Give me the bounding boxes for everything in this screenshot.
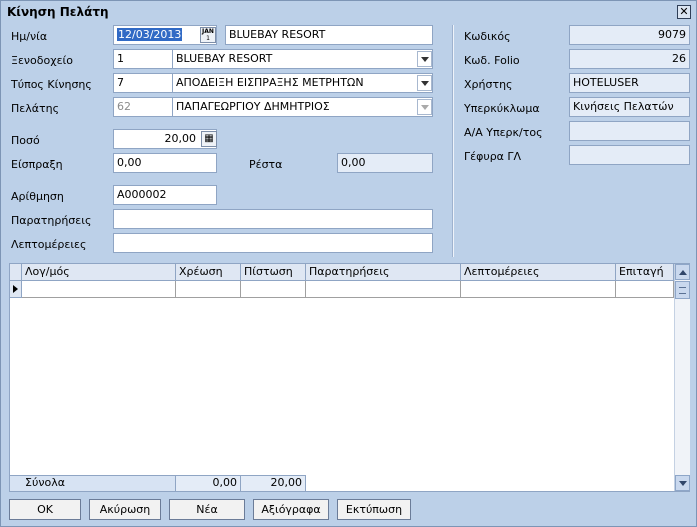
movement-type-dropdown-icon[interactable] bbox=[417, 75, 432, 91]
date-value: 12/03/2013 bbox=[117, 28, 183, 41]
grid-cell-account[interactable] bbox=[22, 281, 176, 298]
grid-vertical-scrollbar[interactable] bbox=[674, 264, 690, 491]
new-button[interactable]: Νέα bbox=[169, 499, 245, 520]
number-label: Αρίθμηση bbox=[11, 190, 64, 203]
customer-select[interactable]: ΠΑΠΑΓΕΩΡΓΙΟΥ ΔΗΜΗΤΡΙΟΣ bbox=[172, 97, 433, 117]
collection-field[interactable]: 0,00 bbox=[113, 153, 217, 173]
details-field[interactable] bbox=[113, 233, 433, 253]
grid-header-remarks[interactable]: Παρατηρήσεις bbox=[306, 264, 461, 281]
change-field: 0,00 bbox=[337, 153, 433, 173]
folio-code-field: 26 bbox=[569, 49, 690, 69]
number-field[interactable]: A000002 bbox=[113, 185, 217, 205]
scroll-thumb[interactable] bbox=[675, 281, 690, 299]
scroll-up-icon[interactable] bbox=[675, 264, 690, 280]
subcycle-no-field bbox=[569, 121, 690, 141]
code-label: Κωδικός bbox=[464, 30, 511, 43]
grid-header-details[interactable]: Λεπτομέρειες bbox=[461, 264, 616, 281]
amount-label: Ποσό bbox=[11, 134, 40, 147]
gl-bridge-field bbox=[569, 145, 690, 165]
section-divider bbox=[452, 25, 454, 257]
customer-dropdown-icon[interactable] bbox=[417, 99, 432, 115]
hotel-select[interactable]: BLUEBAY RESORT bbox=[172, 49, 433, 69]
subcycle-label: Υπερκύκλωμα bbox=[464, 102, 540, 115]
totals-debit: 0,00 bbox=[176, 475, 241, 491]
cheques-button[interactable]: Αξιόγραφα bbox=[253, 499, 329, 520]
hotel-display-field: BLUEBAY RESORT bbox=[225, 25, 433, 45]
grid-header-credit[interactable]: Πίστωση bbox=[241, 264, 306, 281]
customer-transaction-window: Κίνηση Πελάτη ✕ Ημ/νία 12/03/2013 JAN 1 B… bbox=[0, 0, 697, 527]
window-title: Κίνηση Πελάτη bbox=[7, 5, 109, 19]
subcycle-no-label: Α/Α Υπερκ/τος bbox=[464, 126, 543, 139]
ok-button[interactable]: OK bbox=[9, 499, 81, 520]
date-label: Ημ/νία bbox=[11, 30, 48, 43]
hotel-code-field[interactable]: 1 bbox=[113, 49, 173, 69]
movement-type-code-field[interactable]: 7 bbox=[113, 73, 173, 93]
customer-label: Πελάτης bbox=[11, 102, 60, 115]
gl-bridge-label: Γέφυρα ΓΛ bbox=[464, 150, 522, 163]
grid-header-cheque[interactable]: Επιταγή bbox=[616, 264, 674, 281]
grid-header-account[interactable]: Λογ/μός bbox=[22, 264, 176, 281]
remarks-field[interactable] bbox=[113, 209, 433, 229]
entries-grid[interactable]: Λογ/μός Χρέωση Πίστωση Παρατηρήσεις Λεπτ… bbox=[9, 263, 690, 492]
title-bar: Κίνηση Πελάτη ✕ bbox=[1, 1, 696, 23]
grid-cell-credit[interactable] bbox=[241, 281, 306, 298]
hotel-label: Ξενοδοχείο bbox=[11, 54, 73, 67]
close-icon[interactable]: ✕ bbox=[677, 5, 691, 19]
cancel-button[interactable]: Ακύρωση bbox=[89, 499, 161, 520]
grid-cell-cheque[interactable] bbox=[616, 281, 674, 298]
collection-label: Είσπραξη bbox=[11, 158, 63, 171]
grid-cell-remarks[interactable] bbox=[306, 281, 461, 298]
folio-code-label: Κωδ. Folio bbox=[464, 54, 520, 67]
user-label: Χρήστης bbox=[464, 78, 513, 91]
subcycle-field: Κινήσεις Πελατών bbox=[569, 97, 690, 117]
code-field: 9079 bbox=[569, 25, 690, 45]
customer-code-field[interactable]: 62 bbox=[113, 97, 173, 117]
details-label: Λεπτομέρειες bbox=[11, 238, 87, 251]
scroll-down-icon[interactable] bbox=[675, 475, 690, 491]
customer-select-value: ΠΑΠΑΓΕΩΡΓΙΟΥ ΔΗΜΗΤΡΙΟΣ bbox=[176, 100, 330, 113]
movement-type-label: Τύπος Κίνησης bbox=[11, 78, 92, 91]
calendar-icon[interactable]: JAN 1 bbox=[200, 27, 216, 43]
movement-type-select-value: ΑΠΟΔΕΙΞΗ ΕΙΣΠΡΑΞΗΣ ΜΕΤΡΗΤΩΝ bbox=[176, 76, 364, 89]
current-row-indicator-icon bbox=[10, 281, 22, 298]
grid-cell-details[interactable] bbox=[461, 281, 616, 298]
grid-cell-debit[interactable] bbox=[176, 281, 241, 298]
print-button[interactable]: Εκτύπωση bbox=[337, 499, 411, 520]
grid-header-debit[interactable]: Χρέωση bbox=[176, 264, 241, 281]
totals-credit: 20,00 bbox=[241, 475, 306, 491]
movement-type-select[interactable]: ΑΠΟΔΕΙΞΗ ΕΙΣΠΡΑΞΗΣ ΜΕΤΡΗΤΩΝ bbox=[172, 73, 433, 93]
remarks-label: Παρατηρήσεις bbox=[11, 214, 92, 227]
user-field: HOTELUSER bbox=[569, 73, 690, 93]
grid-corner bbox=[10, 264, 22, 281]
calculator-icon[interactable]: ▦ bbox=[201, 131, 217, 147]
change-label: Ρέστα bbox=[249, 158, 283, 171]
hotel-dropdown-icon[interactable] bbox=[417, 51, 432, 67]
hotel-select-value: BLUEBAY RESORT bbox=[176, 52, 273, 65]
totals-label: Σύνολα bbox=[10, 475, 176, 491]
